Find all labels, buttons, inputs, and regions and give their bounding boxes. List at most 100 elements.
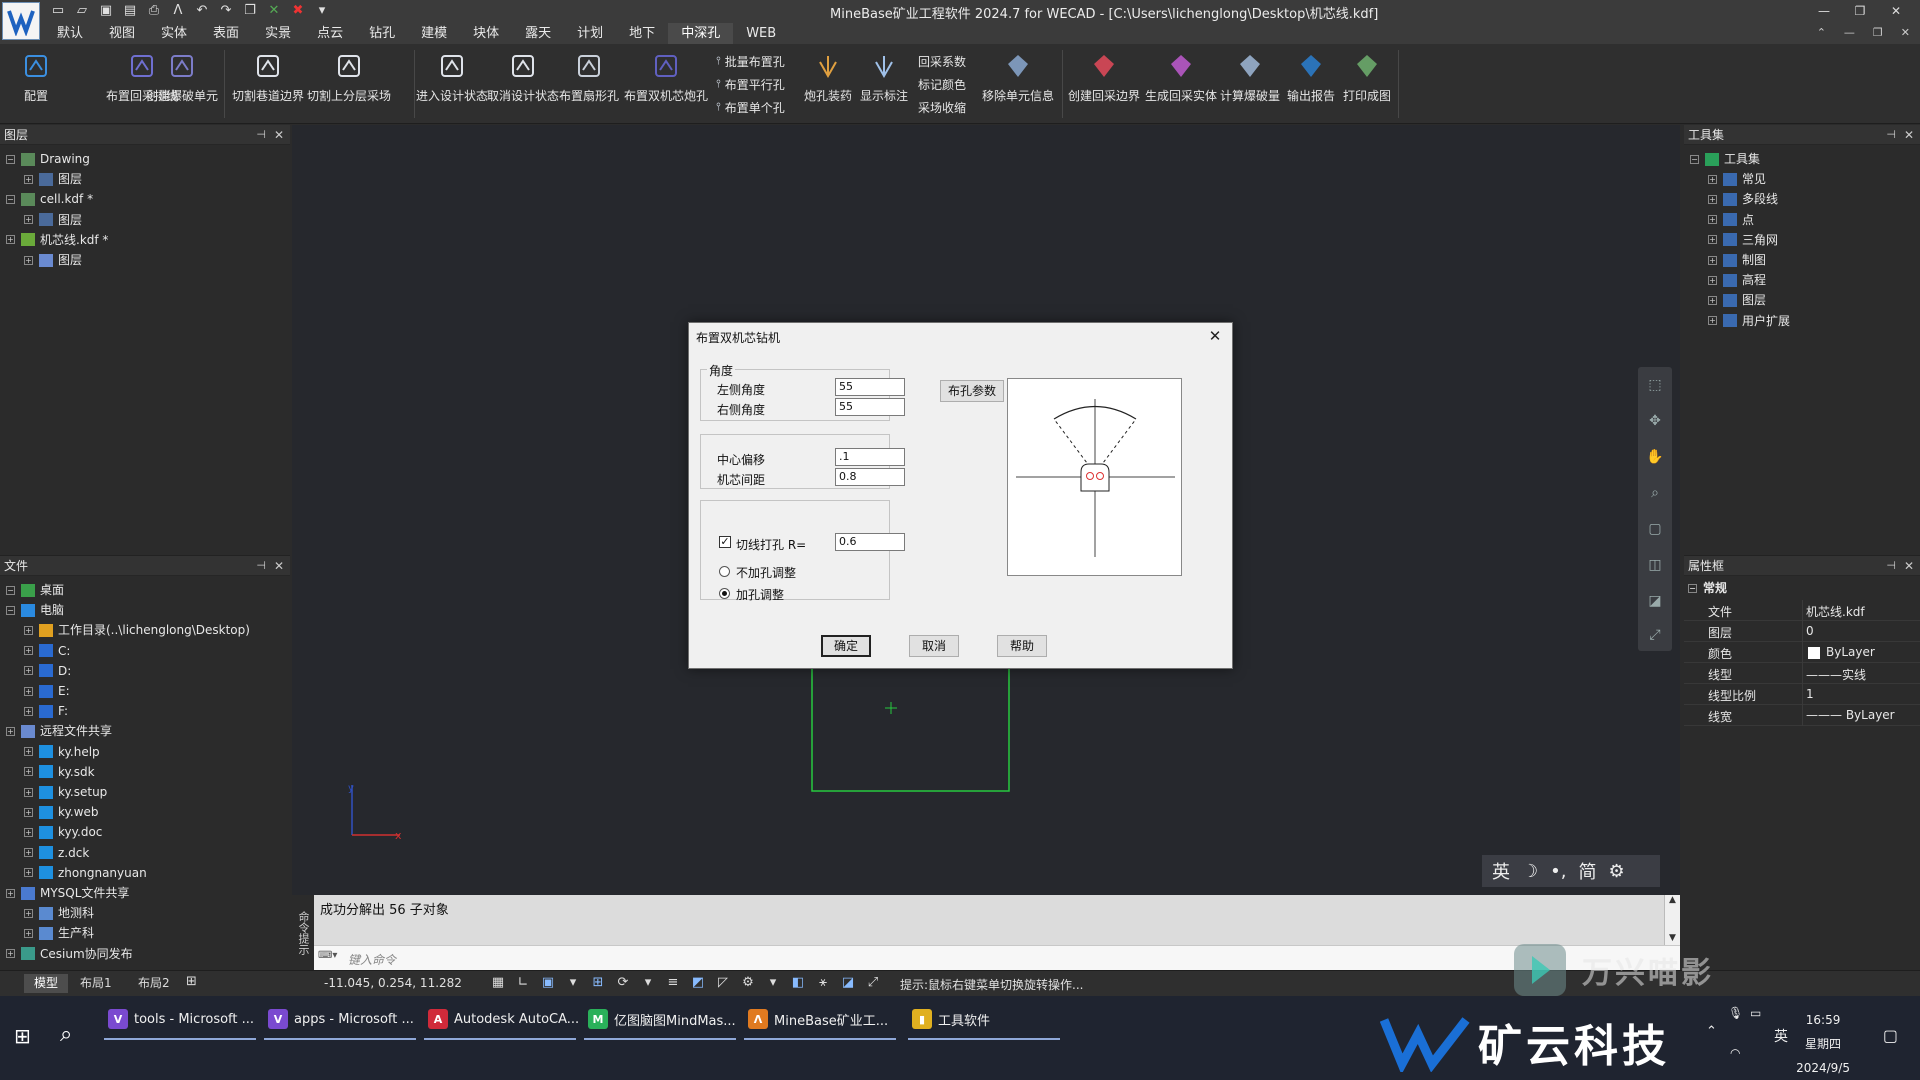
property-value[interactable]: 机芯线.kdf: [1806, 603, 1865, 620]
adjust-radio[interactable]: [719, 588, 730, 599]
redo-icon[interactable]: ↷: [218, 3, 234, 19]
tree-item[interactable]: + kyy.doc: [24, 822, 102, 842]
pin-icon[interactable]: ⊣: [1886, 125, 1896, 145]
measure-icon[interactable]: ◪: [840, 974, 856, 992]
tree-item[interactable]: + 图层: [1708, 290, 1766, 310]
expand-icon[interactable]: +: [24, 215, 33, 225]
expand-icon[interactable]: +: [24, 747, 33, 757]
menu-item[interactable]: 块体: [460, 23, 512, 44]
menu-item[interactable]: 中深孔: [668, 23, 734, 44]
taskbar-app[interactable]: Vtools - Microsoft ...: [108, 1002, 254, 1036]
expand-icon[interactable]: +: [24, 255, 33, 265]
property-value[interactable]: ———实线: [1806, 666, 1866, 683]
tree-item[interactable]: + ky.sdk: [24, 762, 95, 782]
tray-chevron-icon[interactable]: ⌃: [1706, 1024, 1717, 1039]
dropdown-icon[interactable]: ▾: [640, 974, 656, 992]
expand-icon[interactable]: +: [24, 928, 33, 938]
moon-icon[interactable]: ☽: [1522, 861, 1538, 882]
core-spacing-input[interactable]: 0.8: [835, 468, 905, 486]
left-angle-input[interactable]: 55: [835, 378, 905, 396]
tree-item[interactable]: + C:: [24, 641, 70, 661]
expand-icon[interactable]: −: [6, 194, 15, 204]
ribbon-button[interactable]: 切割巷道边界: [228, 48, 308, 120]
ribbon-small-button[interactable]: ⫯ 布置平行孔: [716, 73, 785, 95]
center-offset-input[interactable]: .1: [835, 448, 905, 466]
tree-item[interactable]: + F:: [24, 701, 68, 721]
collapse-ribbon-icon[interactable]: ⌃: [1817, 26, 1826, 39]
tree-item[interactable]: + ky.setup: [24, 782, 107, 802]
tree-item[interactable]: − Drawing: [6, 149, 90, 169]
tree-item[interactable]: + 常见: [1708, 169, 1766, 189]
autocad-icon[interactable]: Λ: [170, 3, 186, 19]
menu-item[interactable]: 露天: [512, 23, 564, 44]
expand-icon[interactable]: +: [24, 706, 33, 716]
dialog-close-icon[interactable]: ✕: [1204, 325, 1226, 347]
ime-script[interactable]: 简: [1578, 858, 1596, 884]
open-folder-icon[interactable]: ▱: [74, 3, 90, 19]
pan-icon[interactable]: ✋: [1645, 447, 1665, 467]
scroll-up-icon[interactable]: ▲: [1665, 895, 1680, 905]
close-icon[interactable]: ✕: [1878, 0, 1914, 22]
zoom-icon[interactable]: ⌕: [1645, 483, 1665, 503]
no-adjust-radio[interactable]: [719, 566, 730, 577]
clock[interactable]: 16:59 星期四 2024/9/5: [1796, 1008, 1850, 1080]
pin-icon[interactable]: ⊣: [256, 125, 266, 145]
cancel-button[interactable]: 取消: [909, 635, 959, 657]
ribbon-button[interactable]: 计算爆破量: [1218, 48, 1282, 120]
expand-icon[interactable]: −: [6, 154, 15, 164]
close-icon[interactable]: ✕: [1904, 556, 1914, 576]
ribbon-button[interactable]: 移除单元信息: [978, 48, 1058, 120]
object-snap-icon[interactable]: ⟳: [615, 974, 631, 992]
ribbon-button[interactable]: 切割上分层采场: [302, 48, 396, 120]
property-value[interactable]: ByLayer: [1826, 645, 1875, 659]
property-value[interactable]: 0: [1806, 624, 1814, 638]
taskbar-app[interactable]: ▮ 工具软件: [912, 1002, 990, 1036]
ribbon-button[interactable]: 布置双机芯炮孔: [621, 48, 711, 120]
tree-item[interactable]: + z.dck: [24, 843, 89, 863]
restore-icon[interactable]: ❐: [1842, 0, 1878, 22]
minimize-icon[interactable]: —: [1806, 0, 1842, 22]
expand-icon[interactable]: −: [1690, 154, 1699, 164]
dropdown-icon[interactable]: ▾: [765, 974, 781, 992]
tree-item[interactable]: + 工作目录(..\lichenglong\Desktop): [24, 620, 250, 640]
annotation-icon[interactable]: ⚹: [815, 974, 831, 992]
expand-icon[interactable]: +: [1708, 235, 1717, 245]
expand-icon[interactable]: +: [1708, 295, 1717, 305]
settings-gear-icon[interactable]: ⚙: [740, 974, 756, 992]
menu-item[interactable]: 实体: [148, 23, 200, 44]
tree-item[interactable]: + 图层: [24, 210, 82, 230]
ribbon-small-button[interactable]: 回采系数: [918, 50, 966, 72]
ribbon-button[interactable]: 炮孔装药: [800, 48, 856, 120]
workspace-icon[interactable]: ◧: [790, 974, 806, 992]
selection-icon[interactable]: ◩: [690, 974, 706, 992]
expand-icon[interactable]: +: [24, 625, 33, 635]
expand-icon[interactable]: +: [24, 767, 33, 777]
grid-icon[interactable]: ▦: [490, 974, 506, 992]
ribbon-button[interactable]: 生成回采实体: [1142, 48, 1220, 120]
menu-item[interactable]: 钻孔: [356, 23, 408, 44]
undo-icon[interactable]: ↶: [194, 3, 210, 19]
expand-icon[interactable]: +: [24, 666, 33, 676]
properties-group[interactable]: − 常规: [1688, 578, 1727, 598]
ok-button[interactable]: 确定: [821, 635, 871, 657]
tree-item[interactable]: − 桌面: [6, 580, 64, 600]
mdi-minimize-icon[interactable]: —: [1844, 26, 1855, 39]
property-value[interactable]: 1: [1806, 687, 1814, 701]
expand-icon[interactable]: −: [6, 605, 15, 615]
right-angle-input[interactable]: 55: [835, 398, 905, 416]
ribbon-button[interactable]: 输出报告: [1284, 48, 1338, 120]
tree-item[interactable]: + 机芯线.kdf *: [6, 230, 108, 250]
hole-params-button[interactable]: 布孔参数: [940, 380, 1004, 402]
ribbon-button[interactable]: 取消设计状态: [484, 48, 562, 120]
mdi-restore-icon[interactable]: ❐: [1873, 26, 1883, 39]
snap-icon[interactable]: ▣: [540, 974, 556, 992]
tree-item[interactable]: − cell.kdf *: [6, 189, 93, 209]
taskbar-app[interactable]: M 亿图脑图MindMas...: [588, 1002, 736, 1036]
expand-icon[interactable]: +: [6, 235, 15, 245]
ime-lang[interactable]: 英: [1492, 858, 1510, 884]
menu-item[interactable]: WEB: [733, 23, 789, 44]
expand-icon[interactable]: +: [24, 787, 33, 797]
command-input[interactable]: ⌨▾ 键入命令: [314, 945, 1680, 970]
tree-item[interactable]: + 远程文件共享: [6, 721, 112, 741]
taskbar-app[interactable]: Λ MineBase矿业工...: [748, 1002, 888, 1036]
